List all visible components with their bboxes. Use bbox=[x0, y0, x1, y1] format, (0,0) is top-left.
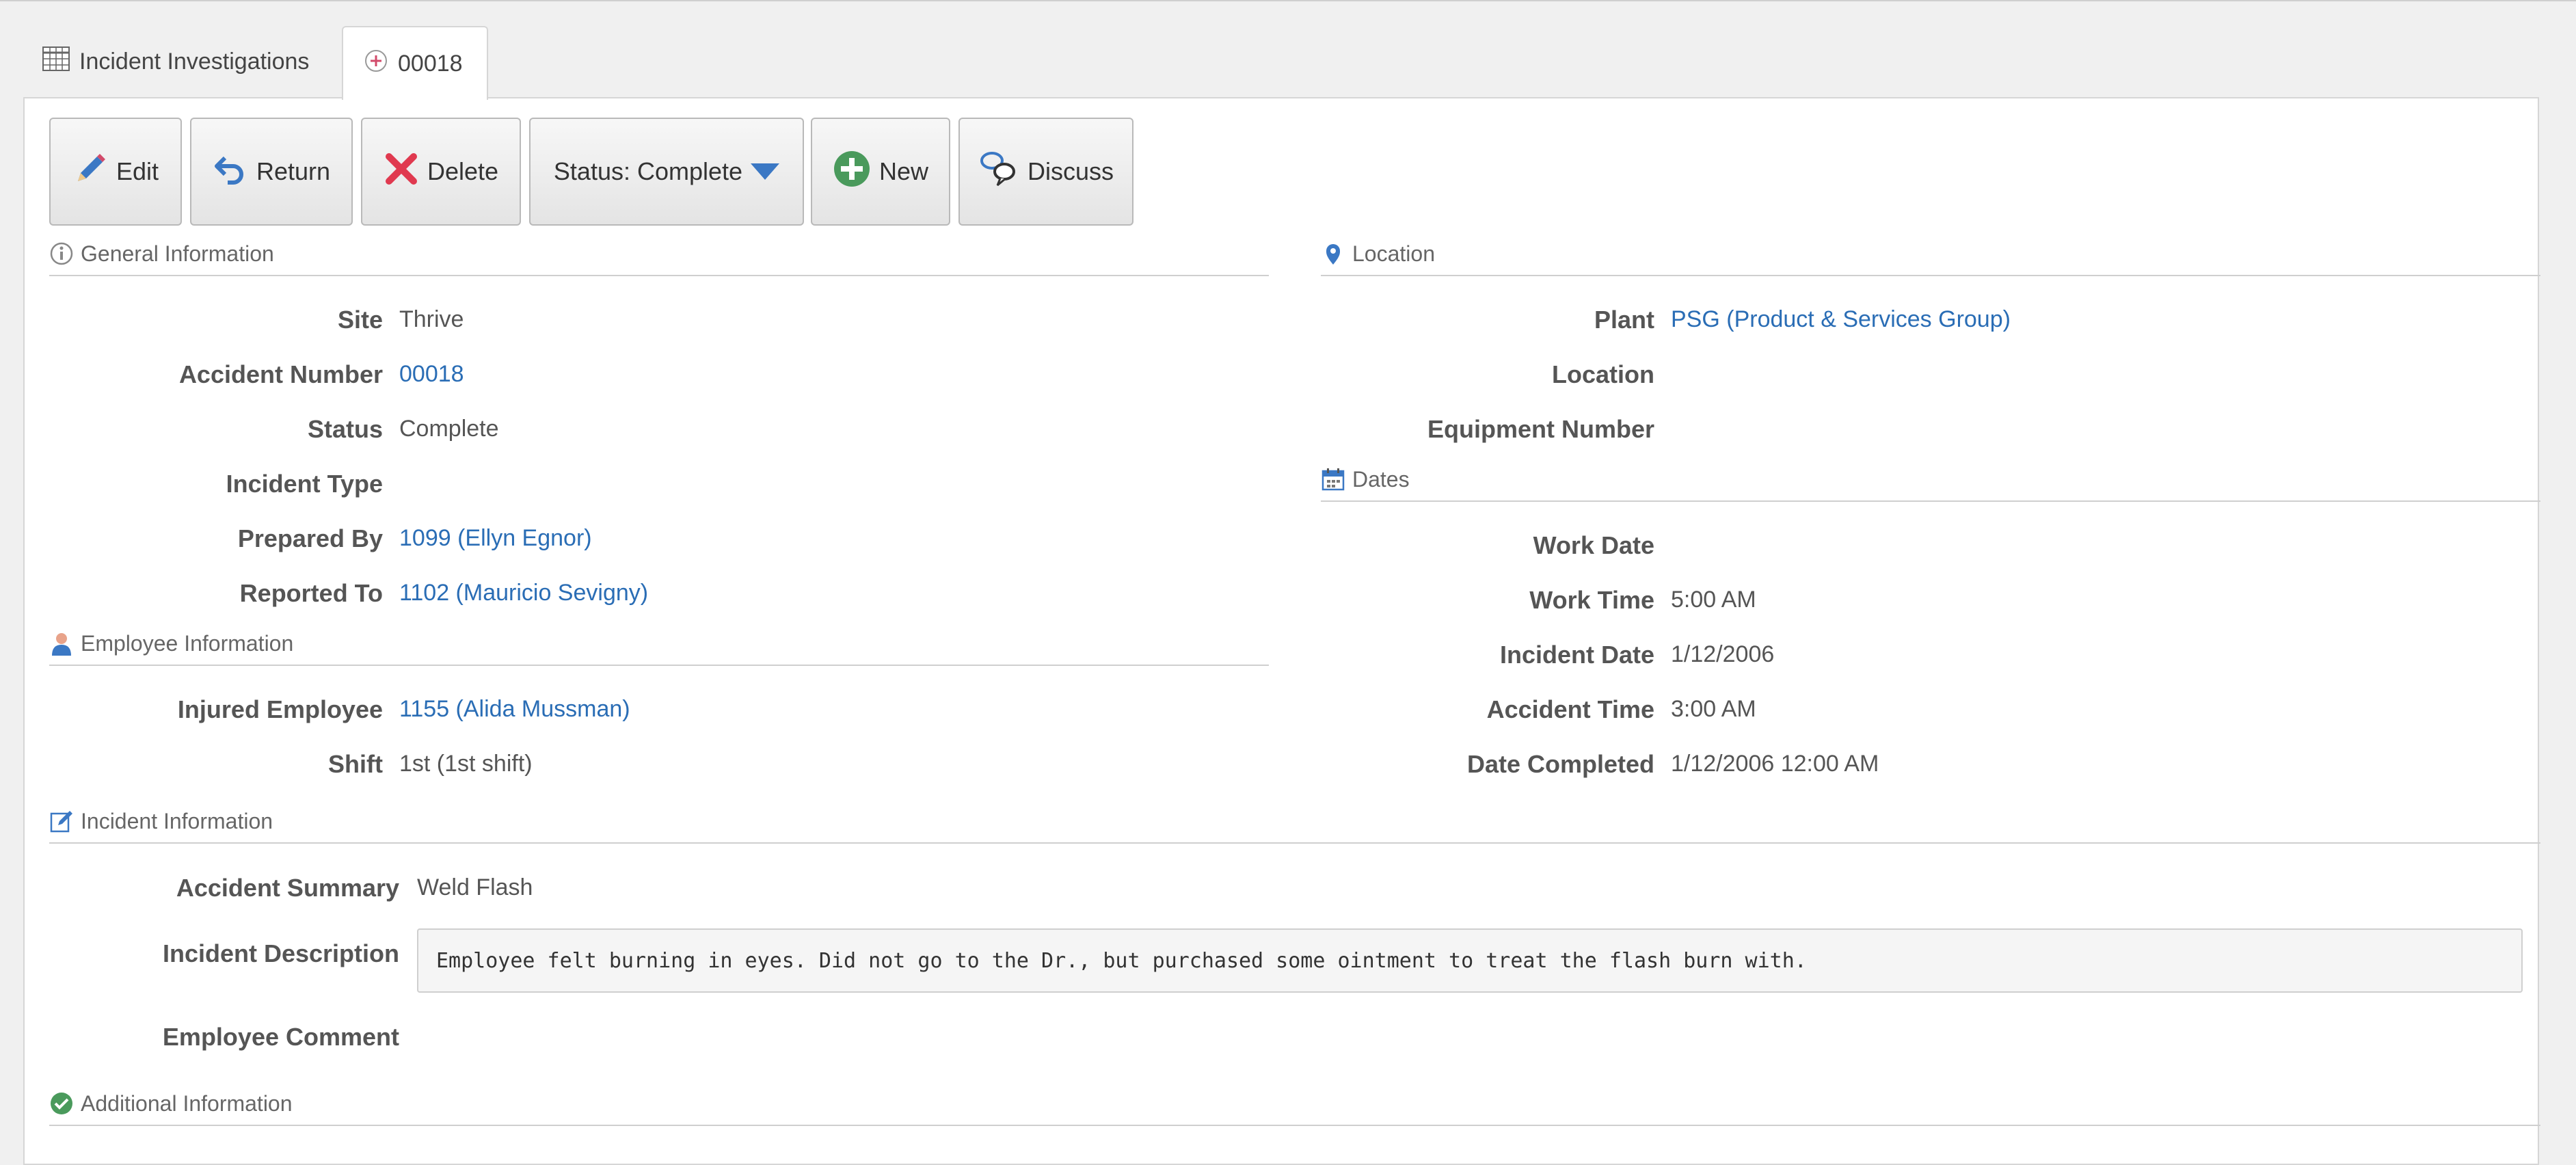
new-label: New bbox=[878, 157, 929, 185]
section-title: Location bbox=[1352, 241, 1435, 266]
section-title: Additional Information bbox=[81, 1090, 293, 1116]
return-button[interactable]: Return bbox=[190, 118, 353, 226]
incident-date-value: 1/12/2006 bbox=[1671, 641, 1775, 667]
chat-bubbles-icon bbox=[978, 148, 1019, 196]
person-icon bbox=[49, 631, 74, 656]
discuss-button[interactable]: Discuss bbox=[958, 118, 1133, 226]
site-value: Thrive bbox=[399, 306, 464, 332]
reported-to-link[interactable]: 1102 (Mauricio Sevigny) bbox=[399, 580, 648, 606]
incident-type-label: Incident Type bbox=[226, 470, 383, 498]
section-incident-information: Incident Information bbox=[49, 809, 2540, 844]
tab-label: Incident Investigations bbox=[79, 48, 310, 75]
accident-summary-label: Accident Summary bbox=[176, 874, 399, 902]
injured-employee-label: Injured Employee bbox=[177, 695, 383, 723]
new-button[interactable]: New bbox=[811, 118, 950, 226]
section-title: General Information bbox=[81, 241, 274, 266]
site-label: Site bbox=[337, 306, 383, 334]
section-title: Incident Information bbox=[81, 808, 273, 833]
tab-label: 00018 bbox=[398, 50, 463, 77]
chevron-down-icon bbox=[751, 157, 780, 186]
work-time-value: 5:00 AM bbox=[1671, 587, 1756, 613]
prepared-by-label: Prepared By bbox=[237, 524, 383, 552]
status-value: Complete bbox=[399, 416, 499, 442]
grid-icon bbox=[42, 46, 70, 77]
map-pin-icon bbox=[1321, 241, 1345, 266]
edit-button[interactable]: Edit bbox=[49, 118, 182, 226]
accident-number-label: Accident Number bbox=[178, 360, 383, 388]
plus-circle-icon bbox=[833, 150, 871, 194]
delete-x-icon bbox=[384, 151, 419, 193]
info-icon bbox=[49, 241, 74, 266]
shift-value: 1st (1st shift) bbox=[399, 751, 533, 777]
calendar-icon bbox=[1321, 467, 1345, 492]
edit-note-icon bbox=[49, 809, 74, 833]
tab-incident-investigations[interactable]: Incident Investigations bbox=[26, 26, 325, 97]
discuss-label: Discuss bbox=[1027, 157, 1114, 185]
plant-link[interactable]: PSG (Product & Services Group) bbox=[1671, 306, 2011, 333]
date-completed-value: 1/12/2006 12:00 AM bbox=[1671, 751, 1879, 777]
delete-label: Delete bbox=[427, 157, 499, 185]
prepared-by-link[interactable]: 1099 (Ellyn Egnor) bbox=[399, 525, 592, 552]
status-label: Status: Complete bbox=[553, 157, 743, 185]
section-dates: Dates bbox=[1321, 466, 2540, 502]
pencil-icon bbox=[72, 151, 108, 193]
section-employee-information: Employee Information bbox=[49, 630, 1269, 666]
incident-description-box: Employee felt burning in eyes. Did not g… bbox=[417, 928, 2523, 993]
return-arrow-icon bbox=[213, 151, 248, 193]
plus-circle-icon bbox=[364, 49, 388, 79]
reported-to-label: Reported To bbox=[239, 579, 383, 607]
accident-time-value: 3:00 AM bbox=[1671, 696, 1756, 722]
incident-date-label: Incident Date bbox=[1499, 641, 1654, 669]
injured-employee-link[interactable]: 1155 (Alida Mussman) bbox=[399, 696, 630, 723]
tab-record-00018[interactable]: 00018 bbox=[342, 26, 488, 100]
section-additional-information: Additional Information bbox=[49, 1090, 2540, 1126]
section-title: Employee Information bbox=[81, 630, 294, 656]
date-completed-label: Date Completed bbox=[1466, 750, 1654, 778]
incident-description-label: Incident Description bbox=[162, 939, 399, 967]
accident-time-label: Accident Time bbox=[1486, 695, 1654, 723]
check-circle-icon bbox=[49, 1091, 74, 1116]
shift-label: Shift bbox=[328, 750, 383, 778]
edit-label: Edit bbox=[116, 157, 159, 185]
status-field-label: Status bbox=[307, 415, 383, 443]
accident-number-link[interactable]: 00018 bbox=[399, 361, 464, 388]
location-label: Location bbox=[1552, 360, 1654, 388]
delete-button[interactable]: Delete bbox=[361, 118, 521, 226]
work-date-label: Work Date bbox=[1533, 531, 1654, 559]
accident-summary-value: Weld Flash bbox=[417, 874, 533, 900]
window-top-border bbox=[0, 0, 2576, 1]
employee-comment-label: Employee Comment bbox=[162, 1023, 399, 1051]
status-dropdown-button[interactable]: Status: Complete bbox=[529, 118, 804, 226]
equipment-number-label: Equipment Number bbox=[1427, 415, 1654, 443]
section-general-information: General Information bbox=[49, 241, 1269, 276]
section-location: Location bbox=[1321, 241, 2540, 276]
section-title: Dates bbox=[1352, 466, 1410, 492]
return-label: Return bbox=[256, 157, 331, 185]
work-time-label: Work Time bbox=[1529, 586, 1654, 614]
plant-label: Plant bbox=[1594, 306, 1654, 334]
